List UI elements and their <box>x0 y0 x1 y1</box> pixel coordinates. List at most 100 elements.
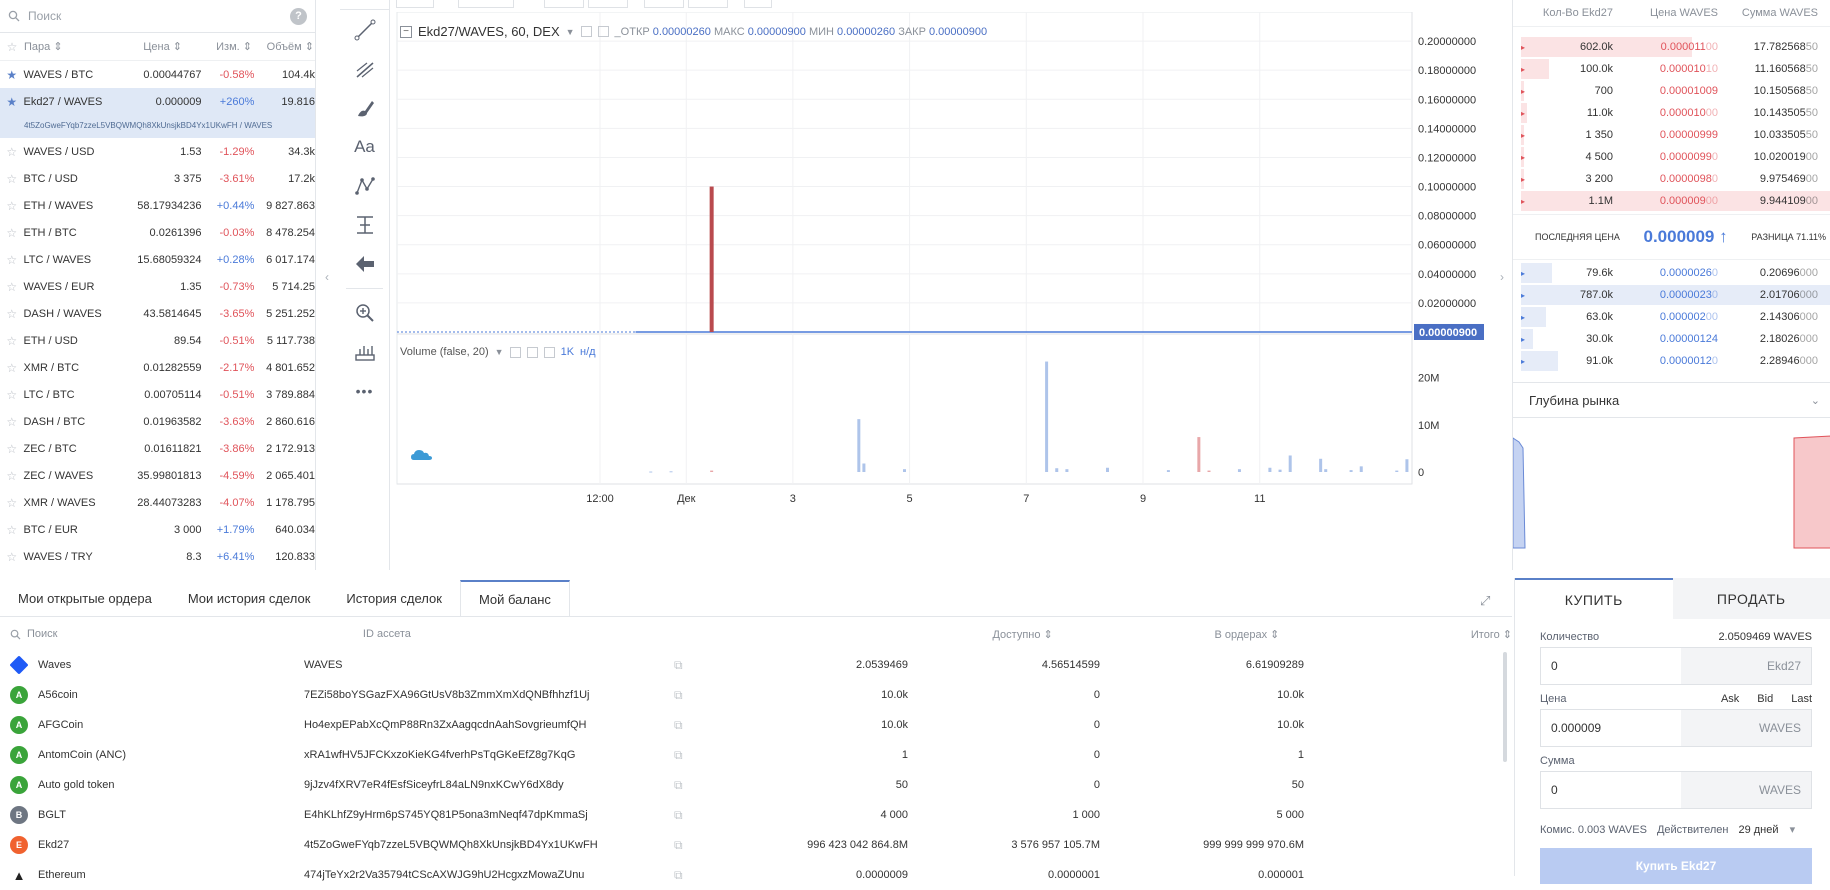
ask-row[interactable]: ▸3 2000.000009809.97546900 <box>1513 168 1830 190</box>
header-pair[interactable]: Пара ⇕ <box>24 40 118 53</box>
fib-icon[interactable] <box>340 49 389 88</box>
star-icon[interactable]: ☆ <box>0 496 23 510</box>
amount-field[interactable]: 0 Ekd27 <box>1540 647 1812 685</box>
star-icon[interactable]: ☆ <box>0 145 23 159</box>
trend-line-icon[interactable] <box>340 10 389 49</box>
ask-row[interactable]: ▸11.0k0.0000100010.14350550 <box>1513 102 1830 124</box>
header-available[interactable]: Доступно ⇕ <box>761 628 1053 641</box>
star-icon[interactable]: ☆ <box>0 388 23 402</box>
pair-row[interactable]: ☆WAVES / EUR1.35-0.73%5 714.25 <box>0 273 315 300</box>
ask-row[interactable]: ▸602.0k0.0000110017.78256850 <box>1513 36 1830 58</box>
balance-row[interactable]: ▲Ethereum474jTeYx2r2Va35794tCScAXWJG9hU2… <box>0 860 1512 890</box>
amount-input[interactable]: 0 <box>1541 659 1681 673</box>
header-volume[interactable]: Объём ⇕ <box>252 40 314 53</box>
star-icon[interactable]: ☆ <box>0 199 23 213</box>
header-price[interactable]: Цена ⇕ <box>118 40 182 53</box>
star-icon[interactable]: ☆ <box>0 442 23 456</box>
price-field[interactable]: 0.000009 WAVES <box>1540 709 1812 747</box>
interval-week[interactable]: н/д <box>580 346 596 358</box>
ask-row[interactable]: ▸1 3500.0000099910.03350550 <box>1513 124 1830 146</box>
star-icon[interactable]: ☆ <box>0 334 23 348</box>
buy-submit-button[interactable]: Купить Ekd27 <box>1540 848 1812 884</box>
price-input[interactable]: 0.000009 <box>1541 721 1681 735</box>
pair-row[interactable]: ☆DASH / BTC0.01963582-3.63%2 860.616 <box>0 408 315 435</box>
star-header-icon[interactable]: ☆ <box>0 40 24 54</box>
zoom-in-icon[interactable] <box>340 293 389 332</box>
pair-row[interactable]: ☆XMR / WAVES28.44073283-4.07%1 178.795 <box>0 489 315 516</box>
pair-row[interactable]: ☆DASH / WAVES43.5814645-3.65%5 251.252 <box>0 300 315 327</box>
toolbar-button-4[interactable] <box>588 0 628 8</box>
tab-sell[interactable]: ПРОДАТЬ <box>1673 578 1830 619</box>
tab-bottom-1[interactable]: Мои история сделок <box>170 580 329 616</box>
header-total[interactable]: Итого ⇕ <box>1279 628 1512 641</box>
pair-row[interactable]: ☆ETH / WAVES58.17934236+0.44%9 827.863 <box>0 192 315 219</box>
last-link[interactable]: Last <box>1791 693 1812 705</box>
ask-row[interactable]: ▸7000.0000100910.15056850 <box>1513 80 1830 102</box>
balance-search-input[interactable]: Поиск <box>27 628 363 640</box>
amount-max[interactable]: 2.0509469 WAVES <box>1718 631 1812 643</box>
settings-icon[interactable] <box>510 347 521 358</box>
header-in-orders[interactable]: В ордерах ⇕ <box>1053 628 1280 641</box>
copy-icon[interactable]: ⧉ <box>674 658 704 673</box>
collapse-right-icon[interactable]: › <box>1500 270 1504 284</box>
arrow-left-icon[interactable] <box>340 244 389 283</box>
toolbar-button-3[interactable] <box>544 0 584 8</box>
pair-row[interactable]: ☆BTC / USD3 375-3.61%17.2k <box>0 165 315 192</box>
pair-row[interactable]: ☆LTC / BTC0.00705114-0.51%3 789.884 <box>0 381 315 408</box>
ask-row[interactable]: ▸1.1M0.000009009.94410900 <box>1513 190 1830 212</box>
copy-icon[interactable]: ⧉ <box>674 808 704 823</box>
star-filled-icon[interactable]: ★ <box>0 95 23 109</box>
tab-bottom-0[interactable]: Мои открытые ордера <box>0 580 170 616</box>
pair-search-input[interactable]: Поиск <box>28 9 290 23</box>
toolbar-button-5[interactable] <box>644 0 684 8</box>
pair-row[interactable]: ☆ZEC / BTC0.01611821-3.86%2 172.913 <box>0 435 315 462</box>
copy-icon[interactable]: ⧉ <box>674 778 704 793</box>
more-icon[interactable]: ••• <box>340 371 389 410</box>
pattern-icon[interactable] <box>340 166 389 205</box>
tab-bottom-3[interactable]: Мой баланс <box>460 580 570 616</box>
ask-row[interactable]: ▸4 5000.0000099010.02001900 <box>1513 146 1830 168</box>
pair-row[interactable]: ☆BTC / EUR3 000+1.79%640.034 <box>0 516 315 543</box>
ruler-icon[interactable] <box>340 332 389 371</box>
chevron-down-icon[interactable]: ⌄ <box>1811 394 1820 407</box>
bid-row[interactable]: ▸787.0k0.000002302.01706000 <box>1513 284 1830 306</box>
pair-row[interactable]: ☆XMR / BTC0.01282559-2.17%4 801.652 <box>0 354 315 381</box>
chevron-down-icon[interactable]: ▼ <box>566 27 575 37</box>
balance-row[interactable]: BBGLTE4hKLhfZ9yHrm6pS745YQ81P5ona3mNeqf4… <box>0 800 1512 830</box>
star-icon[interactable]: ☆ <box>0 253 23 267</box>
toolbar-button-1[interactable] <box>396 0 434 8</box>
tab-buy[interactable]: КУПИТЬ <box>1515 578 1673 619</box>
bid-link[interactable]: Bid <box>1757 693 1773 705</box>
pair-row[interactable]: ☆WAVES / USD1.53-1.29%34.3k <box>0 138 315 165</box>
star-icon[interactable]: ☆ <box>0 280 23 294</box>
hide-icon[interactable] <box>527 347 538 358</box>
copy-icon[interactable]: ⧉ <box>674 748 704 763</box>
close-icon[interactable] <box>544 347 555 358</box>
tab-bottom-2[interactable]: История сделок <box>328 580 460 616</box>
balance-row[interactable]: AAuto gold token9jJzv4fXRV7eR4fEsfSiceyf… <box>0 770 1512 800</box>
bid-row[interactable]: ▸30.0k0.000001242.18026000 <box>1513 328 1830 350</box>
copy-icon[interactable]: ⧉ <box>674 688 704 703</box>
star-icon[interactable]: ☆ <box>0 172 23 186</box>
balance-row[interactable]: EEkd274t5ZoGweFYqb7zzeL5VBQWMQh8XkUnsjkB… <box>0 830 1512 860</box>
collapse-legend-icon[interactable]: − <box>400 26 412 38</box>
balance-row[interactable]: WavesWAVES⧉2.05394694.565145996.61909289 <box>0 650 1512 680</box>
pair-search[interactable]: Поиск ? <box>0 0 315 33</box>
star-icon[interactable]: ☆ <box>0 307 23 321</box>
star-icon[interactable]: ☆ <box>0 469 23 483</box>
measure-icon[interactable] <box>340 205 389 244</box>
market-depth-header[interactable]: Глубина рынка ⌄ <box>1513 382 1830 418</box>
bid-row[interactable]: ▸91.0k0.000001202.28946000 <box>1513 350 1830 372</box>
collapse-left-icon[interactable]: ‹ <box>325 270 329 284</box>
star-icon[interactable]: ☆ <box>0 523 23 537</box>
copy-icon[interactable]: ⧉ <box>674 868 704 883</box>
balance-row[interactable]: AA56coin7EZi58boYSGazFXA96GtUsV8b3ZmmXmX… <box>0 680 1512 710</box>
expand-icon[interactable]: ⤢ <box>1480 593 1490 609</box>
scrollbar[interactable] <box>1503 652 1507 762</box>
brush-icon[interactable] <box>340 88 389 127</box>
pair-row[interactable]: ☆ZEC / WAVES35.99801813-4.59%2 065.401 <box>0 462 315 489</box>
copy-icon[interactable]: ⧉ <box>674 718 704 733</box>
interval-1k[interactable]: 1K <box>561 346 574 358</box>
sum-field[interactable]: 0 WAVES <box>1540 771 1812 809</box>
text-icon[interactable]: Aa <box>340 127 389 166</box>
